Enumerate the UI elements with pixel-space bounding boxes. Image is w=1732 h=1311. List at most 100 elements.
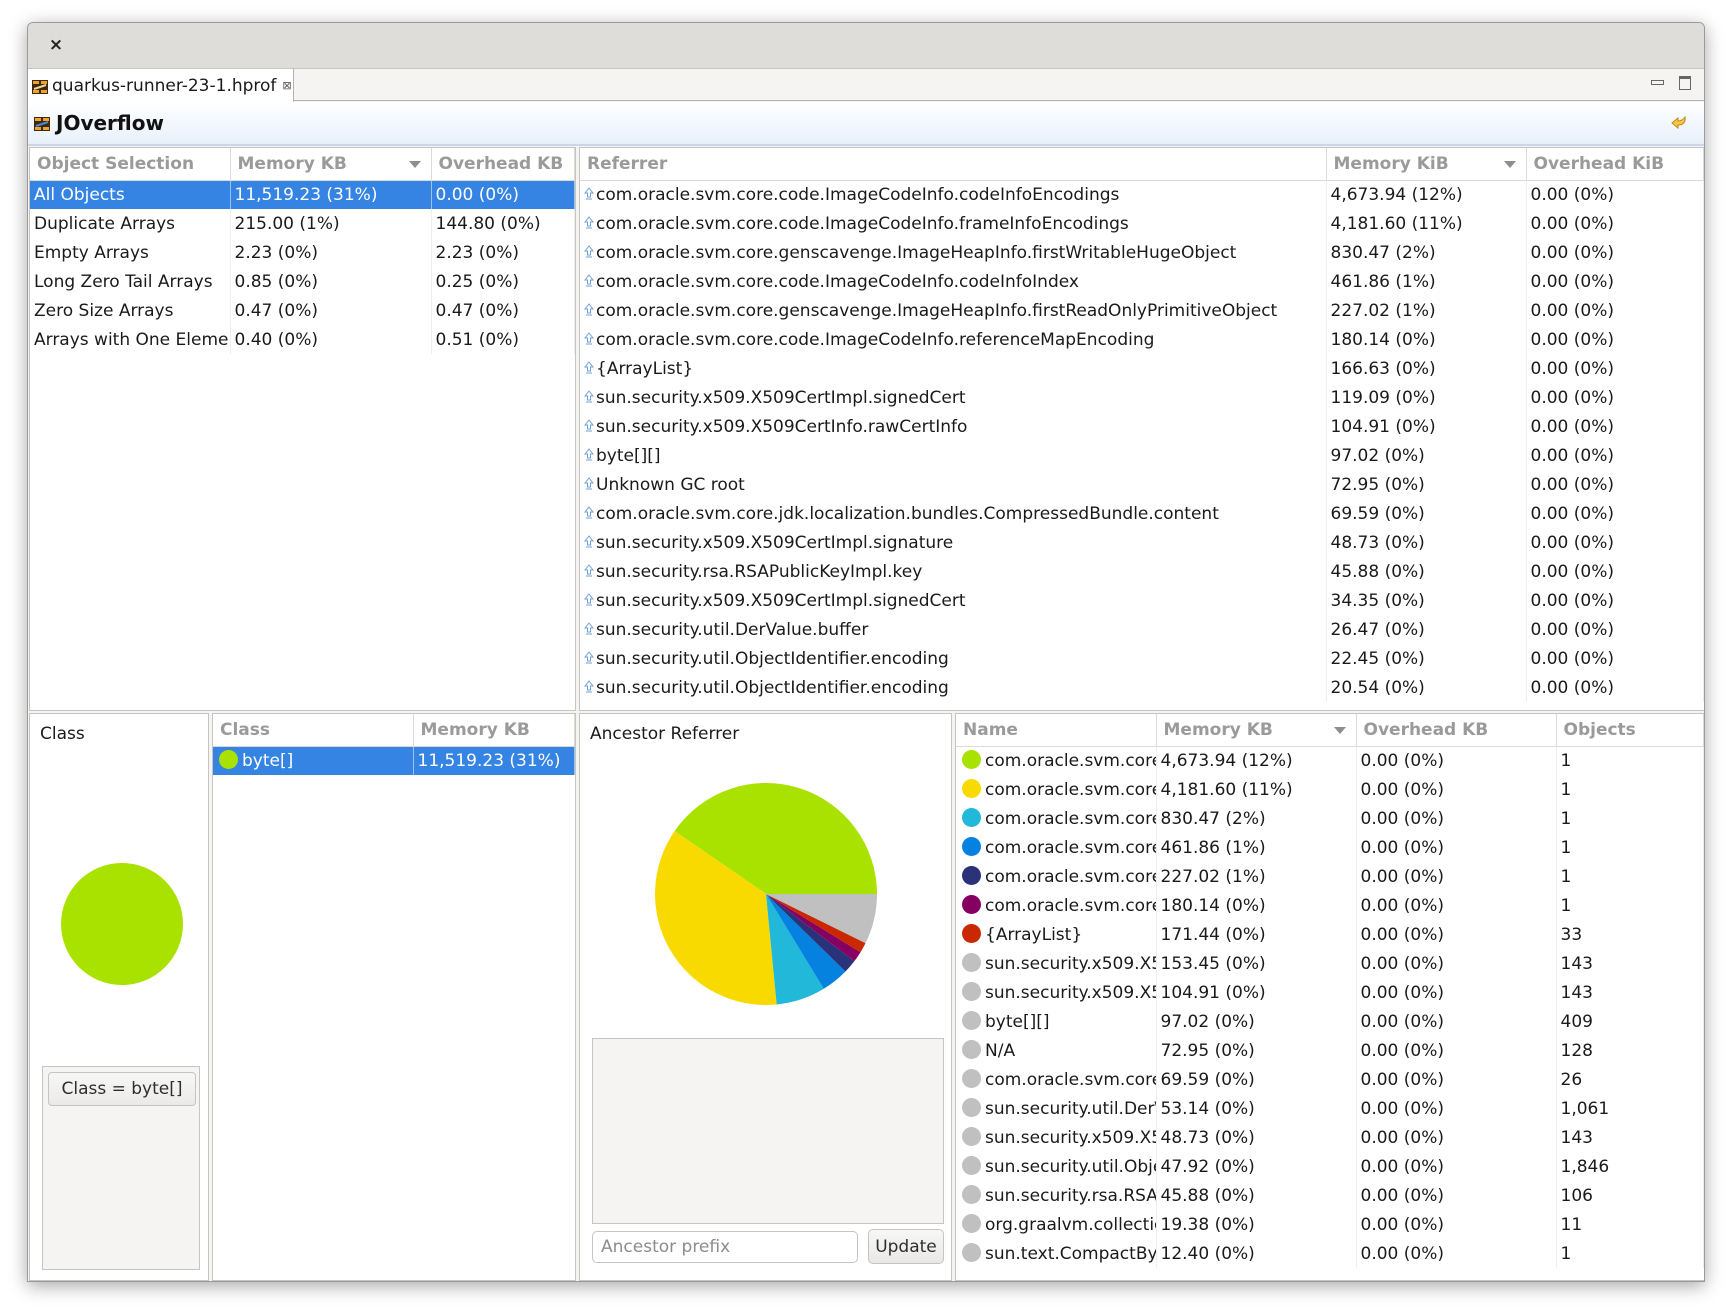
- referrer-row[interactable]: com.oracle.svm.core.code.ImageCodeInfo.c…: [580, 267, 1704, 296]
- referrer-name-cell[interactable]: com.oracle.svm.core.code.ImageCodeInfo.c…: [580, 180, 1327, 209]
- ancestor-row[interactable]: sun.security.util.Der\ 53.14 (0%) 0.00 (0%…: [956, 1094, 1704, 1123]
- referrer-row[interactable]: sun.security.x509.X509CertInfo.rawCertIn…: [580, 412, 1704, 441]
- ancestor-name-cell[interactable]: sun.security.rsa.RSAI: [956, 1181, 1157, 1210]
- ancestor-name-cell[interactable]: com.oracle.svm.core: [956, 891, 1157, 920]
- referrer-name-cell[interactable]: com.oracle.svm.core.jdk.localization.bun…: [580, 499, 1327, 528]
- ancestor-name-cell[interactable]: N/A: [956, 1036, 1157, 1065]
- reset-back-icon[interactable]: [1670, 114, 1688, 132]
- referrer-row[interactable]: sun.security.x509.X509CertImpl.signedCer…: [580, 586, 1704, 615]
- referrer-name-cell[interactable]: {ArrayList}: [580, 354, 1327, 383]
- editor-tab-hprof[interactable]: quarkus-runner-23-1.hprof ⊠: [28, 69, 294, 102]
- column-header-overhead-kib[interactable]: Overhead KiB: [1526, 148, 1704, 181]
- ancestor-name-cell[interactable]: com.oracle.svm.core: [956, 746, 1157, 775]
- ancestor-prefix-input[interactable]: [592, 1231, 858, 1263]
- referrer-name-cell[interactable]: sun.security.util.DerValue.buffer: [580, 615, 1327, 644]
- class-pie-slice-byte-array[interactable]: [61, 863, 183, 985]
- ancestor-name-cell[interactable]: sun.security.util.Obje: [956, 1152, 1157, 1181]
- referrer-name-cell[interactable]: sun.security.util.ObjectIdentifier.encod…: [580, 673, 1327, 702]
- ancestor-row[interactable]: byte[][] 97.02 (0%) 0.00 (0%) 409: [956, 1007, 1704, 1036]
- object-selection-row[interactable]: All Objects 11,519.23 (31%) 0.00 (0%): [30, 180, 575, 209]
- selection-name-cell[interactable]: Zero Size Arrays: [30, 296, 231, 325]
- ancestor-name-cell[interactable]: {ArrayList}: [956, 920, 1157, 949]
- referrer-name-cell[interactable]: com.oracle.svm.core.genscavenge.ImageHea…: [580, 238, 1327, 267]
- column-header-objects[interactable]: Objects: [1556, 714, 1704, 747]
- ancestor-row[interactable]: com.oracle.svm.core 461.86 (1%) 0.00 (0%) 1: [956, 833, 1704, 862]
- referrer-name-cell[interactable]: sun.security.x509.X509CertImpl.signedCer…: [580, 586, 1327, 615]
- referrer-row[interactable]: sun.security.util.ObjectIdentifier.encod…: [580, 673, 1704, 702]
- referrer-name-cell[interactable]: sun.security.x509.X509CertImpl.signature: [580, 528, 1327, 557]
- column-header-object-selection[interactable]: Object Selection: [30, 148, 231, 181]
- minimize-view-button[interactable]: [1650, 75, 1664, 89]
- ancestor-name-cell[interactable]: sun.security.util.Der\: [956, 1094, 1157, 1123]
- referrer-name-cell[interactable]: sun.security.x509.X509CertInfo.rawCertIn…: [580, 412, 1327, 441]
- column-header-ancestor-overhead[interactable]: Overhead KB: [1356, 714, 1557, 747]
- ancestor-row[interactable]: com.oracle.svm.core 180.14 (0%) 0.00 (0%) 1: [956, 891, 1704, 920]
- referrer-row[interactable]: Unknown GC root 72.95 (0%) 0.00 (0%): [580, 470, 1704, 499]
- selection-name-cell[interactable]: Duplicate Arrays: [30, 209, 231, 238]
- referrer-name-cell[interactable]: com.oracle.svm.core.code.ImageCodeInfo.r…: [580, 325, 1327, 354]
- referrer-row[interactable]: com.oracle.svm.core.genscavenge.ImageHea…: [580, 296, 1704, 325]
- column-header-memory[interactable]: Memory KB: [230, 148, 432, 181]
- column-header-class[interactable]: Class: [213, 714, 414, 747]
- ancestor-row[interactable]: com.oracle.svm.core 830.47 (2%) 0.00 (0%) 1: [956, 804, 1704, 833]
- referrer-name-cell[interactable]: Unknown GC root: [580, 470, 1327, 499]
- maximize-view-button[interactable]: [1678, 75, 1692, 90]
- column-header-overhead[interactable]: Overhead KB: [431, 148, 575, 181]
- filter-chip-class[interactable]: Class = byte[]: [48, 1072, 196, 1106]
- object-selection-row[interactable]: Arrays with One Elemen 0.40 (0%) 0.51 (0%): [30, 325, 575, 354]
- class-name-cell[interactable]: byte[]: [213, 746, 414, 775]
- column-header-class-memory[interactable]: Memory KB: [413, 714, 575, 747]
- referrer-row[interactable]: {ArrayList} 166.63 (0%) 0.00 (0%): [580, 354, 1704, 383]
- referrer-row[interactable]: sun.security.x509.X509CertImpl.signedCer…: [580, 383, 1704, 412]
- ancestor-name-cell[interactable]: sun.security.x509.X5: [956, 1123, 1157, 1152]
- ancestor-name-cell[interactable]: com.oracle.svm.core: [956, 833, 1157, 862]
- ancestor-row[interactable]: {ArrayList} 171.44 (0%) 0.00 (0%) 33: [956, 920, 1704, 949]
- referrer-name-cell[interactable]: com.oracle.svm.core.genscavenge.ImageHea…: [580, 296, 1327, 325]
- referrer-row[interactable]: byte[][] 97.02 (0%) 0.00 (0%): [580, 441, 1704, 470]
- referrer-name-cell[interactable]: sun.security.util.ObjectIdentifier.encod…: [580, 644, 1327, 673]
- column-header-name[interactable]: Name: [956, 714, 1157, 747]
- ancestor-row[interactable]: com.oracle.svm.core 69.59 (0%) 0.00 (0%) 26: [956, 1065, 1704, 1094]
- object-selection-row[interactable]: Empty Arrays 2.23 (0%) 2.23 (0%): [30, 238, 575, 267]
- ancestor-name-cell[interactable]: org.graalvm.collectic: [956, 1210, 1157, 1239]
- ancestor-name-cell[interactable]: sun.security.x509.X5: [956, 978, 1157, 1007]
- referrer-row[interactable]: com.oracle.svm.core.code.ImageCodeInfo.c…: [580, 180, 1704, 209]
- column-header-ancestor-memory[interactable]: Memory KB: [1156, 714, 1357, 747]
- selection-name-cell[interactable]: Empty Arrays: [30, 238, 231, 267]
- referrer-row[interactable]: sun.security.util.DerValue.buffer 26.47 (…: [580, 615, 1704, 644]
- column-header-referrer[interactable]: Referrer: [580, 148, 1327, 181]
- referrer-row[interactable]: sun.security.x509.X509CertImpl.signature…: [580, 528, 1704, 557]
- object-selection-row[interactable]: Long Zero Tail Arrays 0.85 (0%) 0.25 (0%): [30, 267, 575, 296]
- referrer-name-cell[interactable]: sun.security.rsa.RSAPublicKeyImpl.key: [580, 557, 1327, 586]
- object-selection-row[interactable]: Duplicate Arrays 215.00 (1%) 144.80 (0%): [30, 209, 575, 238]
- ancestor-row[interactable]: sun.security.rsa.RSAI 45.88 (0%) 0.00 (0%)…: [956, 1181, 1704, 1210]
- ancestor-name-cell[interactable]: byte[][]: [956, 1007, 1157, 1036]
- update-button[interactable]: Update: [868, 1229, 944, 1264]
- ancestor-row[interactable]: org.graalvm.collectic 19.38 (0%) 0.00 (0%)…: [956, 1210, 1704, 1239]
- ancestor-row[interactable]: com.oracle.svm.core 4,181.60 (11%) 0.00 (0…: [956, 775, 1704, 804]
- referrer-row[interactable]: com.oracle.svm.core.jdk.localization.bun…: [580, 499, 1704, 528]
- ancestor-name-cell[interactable]: com.oracle.svm.core: [956, 1065, 1157, 1094]
- ancestor-row[interactable]: sun.security.x509.X5 104.91 (0%) 0.00 (0%)…: [956, 978, 1704, 1007]
- ancestor-row[interactable]: com.oracle.svm.core 227.02 (1%) 0.00 (0%) 1: [956, 862, 1704, 891]
- ancestor-row[interactable]: sun.security.util.Obje 47.92 (0%) 0.00 (0%…: [956, 1152, 1704, 1181]
- ancestor-row[interactable]: com.oracle.svm.core 4,673.94 (12%) 0.00 (0…: [956, 746, 1704, 775]
- referrer-name-cell[interactable]: com.oracle.svm.core.code.ImageCodeInfo.f…: [580, 209, 1327, 238]
- ancestor-row[interactable]: sun.security.x509.X5 153.45 (0%) 0.00 (0%)…: [956, 949, 1704, 978]
- referrer-row[interactable]: com.oracle.svm.core.code.ImageCodeInfo.f…: [580, 209, 1704, 238]
- column-header-memory-kib[interactable]: Memory KiB: [1326, 148, 1527, 181]
- ancestor-row[interactable]: N/A 72.95 (0%) 0.00 (0%) 128: [956, 1036, 1704, 1065]
- referrer-name-cell[interactable]: com.oracle.svm.core.code.ImageCodeInfo.c…: [580, 267, 1327, 296]
- ancestor-name-cell[interactable]: com.oracle.svm.core: [956, 775, 1157, 804]
- ancestor-row[interactable]: sun.security.x509.X5 48.73 (0%) 0.00 (0%) 1…: [956, 1123, 1704, 1152]
- ancestor-name-cell[interactable]: com.oracle.svm.core: [956, 862, 1157, 891]
- referrer-name-cell[interactable]: sun.security.x509.X509CertImpl.signedCer…: [580, 383, 1327, 412]
- selection-name-cell[interactable]: All Objects: [30, 180, 231, 209]
- referrer-row[interactable]: sun.security.rsa.RSAPublicKeyImpl.key 45.…: [580, 557, 1704, 586]
- referrer-row[interactable]: sun.security.util.ObjectIdentifier.encod…: [580, 644, 1704, 673]
- referrer-row[interactable]: com.oracle.svm.core.genscavenge.ImageHea…: [580, 238, 1704, 267]
- referrer-row[interactable]: com.oracle.svm.core.code.ImageCodeInfo.r…: [580, 325, 1704, 354]
- object-selection-row[interactable]: Zero Size Arrays 0.47 (0%) 0.47 (0%): [30, 296, 575, 325]
- ancestor-name-cell[interactable]: com.oracle.svm.core: [956, 804, 1157, 833]
- referrer-name-cell[interactable]: byte[][]: [580, 441, 1327, 470]
